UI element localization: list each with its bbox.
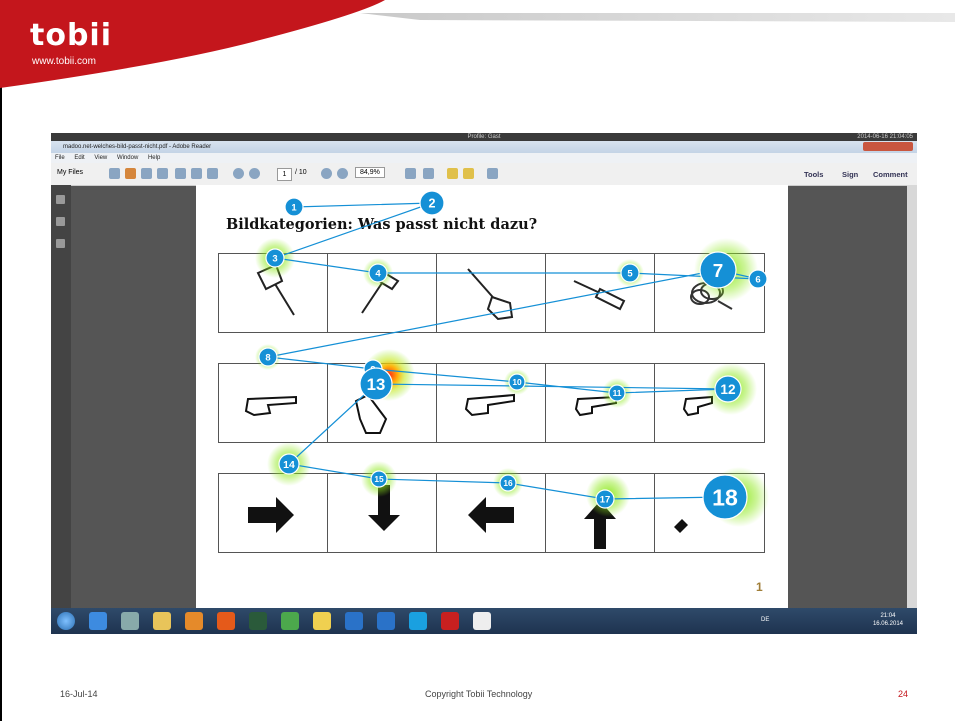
- fixation-11: 11: [608, 384, 626, 402]
- scanpath-layer: [267, 202, 759, 500]
- fixation-label: 12: [720, 382, 736, 397]
- scanpath-line: [267, 202, 759, 500]
- logo-url: www.tobii.com: [32, 56, 96, 67]
- slide: tobii www.tobii.com Profile: Gast 2014-0…: [0, 0, 955, 721]
- fixation-label: 18: [712, 484, 738, 510]
- fixation-17: 17: [595, 489, 615, 509]
- fixation-3: 3: [265, 248, 285, 268]
- fixation-13: 13: [359, 367, 393, 401]
- fixation-label: 3: [272, 253, 277, 264]
- fixation-label: 8: [265, 352, 270, 363]
- fixation-label: 4: [375, 268, 381, 279]
- fixation-6: 6: [748, 269, 768, 289]
- fixation-18: 18: [702, 474, 748, 520]
- slide-number: 24: [898, 689, 909, 699]
- fixation-8: 8: [258, 347, 278, 367]
- footer-copyright: Copyright Tobii Technology: [425, 689, 533, 699]
- fixation-7: 7: [699, 251, 737, 289]
- fixation-label: 16: [503, 478, 513, 488]
- fixation-4: 4: [368, 263, 388, 283]
- fixation-label: 1: [291, 202, 296, 213]
- gaze-plot-overlay: 123456789101112131415161718: [255, 190, 769, 527]
- header-banner: [0, 0, 955, 88]
- fixation-label: 10: [512, 377, 522, 387]
- fixation-label: 13: [367, 375, 386, 394]
- fixation-label: 15: [374, 474, 384, 484]
- fixation-14: 14: [278, 453, 300, 475]
- fixation-2: 2: [419, 190, 445, 216]
- fixation-16: 16: [499, 474, 517, 492]
- fixation-label: 2: [428, 197, 435, 211]
- fixation-10: 10: [508, 373, 526, 391]
- fixation-5: 5: [620, 263, 640, 283]
- fixation-label: 5: [627, 268, 632, 279]
- tobii-logo: tobii: [30, 18, 112, 53]
- fixation-label: 17: [600, 494, 611, 505]
- fixation-12: 12: [714, 375, 742, 403]
- fixation-1: 1: [284, 197, 304, 217]
- screenshot: Profile: Gast 2014-06-16 21:04:05 madoo.…: [51, 133, 917, 634]
- fixation-label: 14: [283, 459, 295, 471]
- slide-left-edge: [0, 0, 2, 721]
- fixation-label: 7: [713, 261, 724, 282]
- fixation-15: 15: [370, 470, 388, 488]
- fixation-label: 6: [755, 274, 760, 285]
- footer-date: 16-Jul-14: [60, 689, 98, 699]
- fixation-label: 11: [613, 388, 622, 398]
